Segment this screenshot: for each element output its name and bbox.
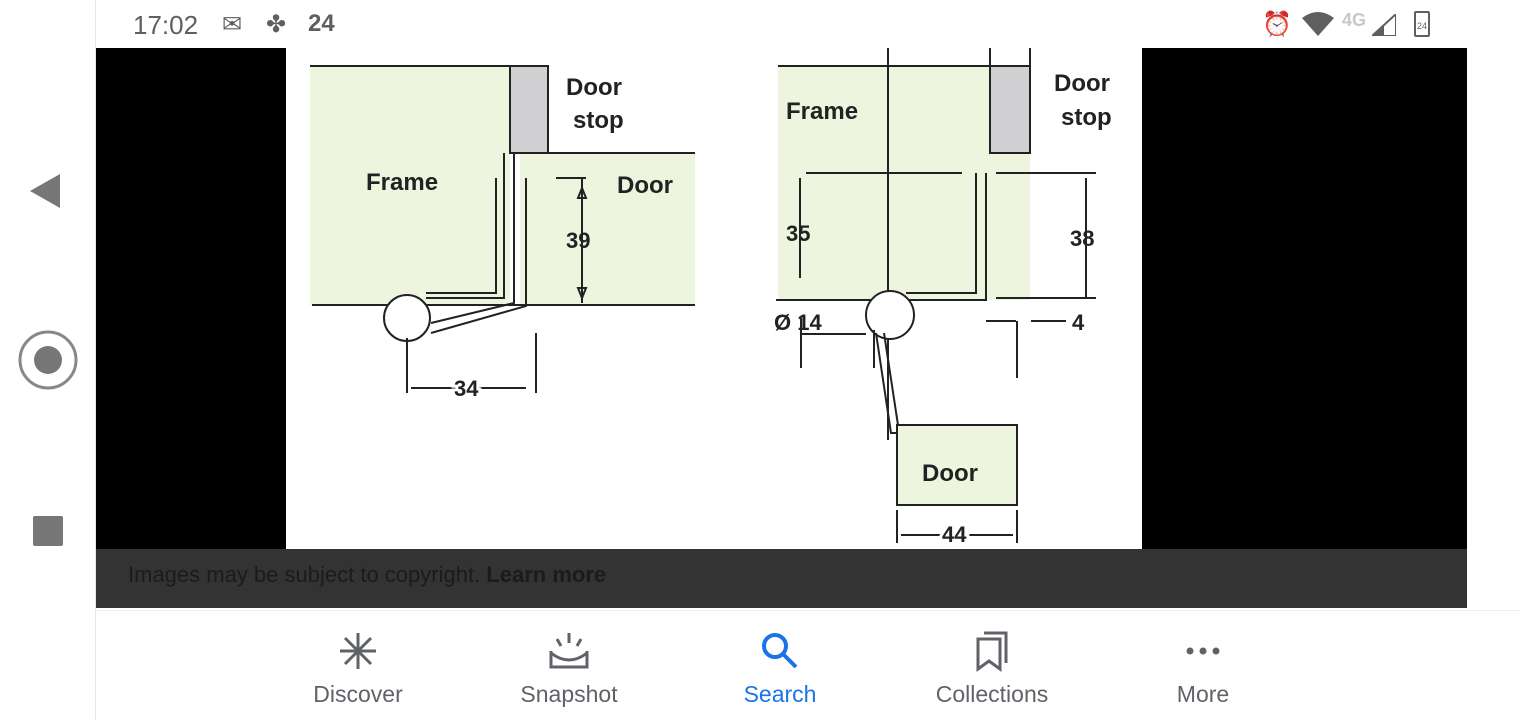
left-dim-height: 39 <box>566 228 590 253</box>
right-frame-label: Frame <box>786 98 858 125</box>
right-dim-right-height: 38 <box>1070 226 1094 251</box>
bottom-nav: Discover Snapshot Search Collections Mor… <box>96 610 1520 720</box>
tab-label: Collections <box>935 681 1049 707</box>
tab-label: More <box>1176 681 1230 707</box>
battery-level: 24 <box>1416 21 1427 31</box>
collections-icon <box>976 631 1008 672</box>
learn-more-link[interactable]: Learn more <box>486 562 606 587</box>
pinwheel-icon: ✤ <box>266 11 287 38</box>
signal-icon <box>1372 14 1396 36</box>
hinge-diagram-image[interactable]: Door stop Frame Door 39 34 Frame Door st… <box>286 48 1142 550</box>
left-door-stop-label-2: stop <box>573 107 624 134</box>
left-dim-width: 34 <box>454 376 479 401</box>
system-nav-bar <box>0 0 96 720</box>
search-icon <box>762 633 798 669</box>
image-viewer: Door stop Frame Door 39 34 Frame Door st… <box>96 48 1467 550</box>
left-frame-label: Frame <box>366 169 438 196</box>
right-dim-left-height: 35 <box>786 221 810 246</box>
right-door-stop-label-2: stop <box>1061 104 1112 131</box>
right-dim-diameter: Ø 14 <box>774 310 822 335</box>
right-door-stop-label-1: Door <box>1054 70 1110 97</box>
hinge-diagram: Door stop Frame Door 39 34 Frame Door st… <box>310 48 1112 550</box>
snapshot-icon <box>549 633 589 669</box>
right-dim-width: 44 <box>942 522 967 547</box>
right-dim-gap: 4 <box>1072 310 1085 335</box>
left-door-stop-label-1: Door <box>566 74 622 101</box>
tab-label: Discover <box>313 681 403 707</box>
recents-button[interactable] <box>33 516 63 546</box>
copyright-notice: Images may be subject to copyright. Lear… <box>96 549 1467 608</box>
back-button[interactable] <box>30 174 62 208</box>
more-icon <box>1186 647 1220 655</box>
home-button[interactable] <box>18 330 78 390</box>
copyright-text: Images may be subject to copyright. <box>128 562 487 587</box>
tab-collections[interactable]: Collections <box>902 611 1082 721</box>
tab-discover[interactable]: Discover <box>268 611 448 721</box>
status-bar: 17:02 ✉ ✤ 24 ⏰ 4G 24 <box>96 0 1520 48</box>
right-door-label: Door <box>922 460 978 487</box>
left-door-label: Door <box>617 172 673 199</box>
tab-label: Snapshot <box>520 681 618 707</box>
discover-icon <box>340 633 376 669</box>
wifi-icon <box>1302 12 1334 36</box>
clock: 17:02 <box>133 10 199 40</box>
tab-label: Search <box>743 681 817 707</box>
tab-search[interactable]: Search <box>690 611 870 721</box>
notification-count: 24 <box>308 10 335 37</box>
alarm-icon: ⏰ <box>1262 11 1292 38</box>
network-type: 4G <box>1342 10 1367 30</box>
tab-more[interactable]: More <box>1113 611 1293 721</box>
outlook-icon: ✉ <box>222 11 243 38</box>
tab-snapshot[interactable]: Snapshot <box>479 611 659 721</box>
battery-icon: 24 <box>1414 11 1430 37</box>
